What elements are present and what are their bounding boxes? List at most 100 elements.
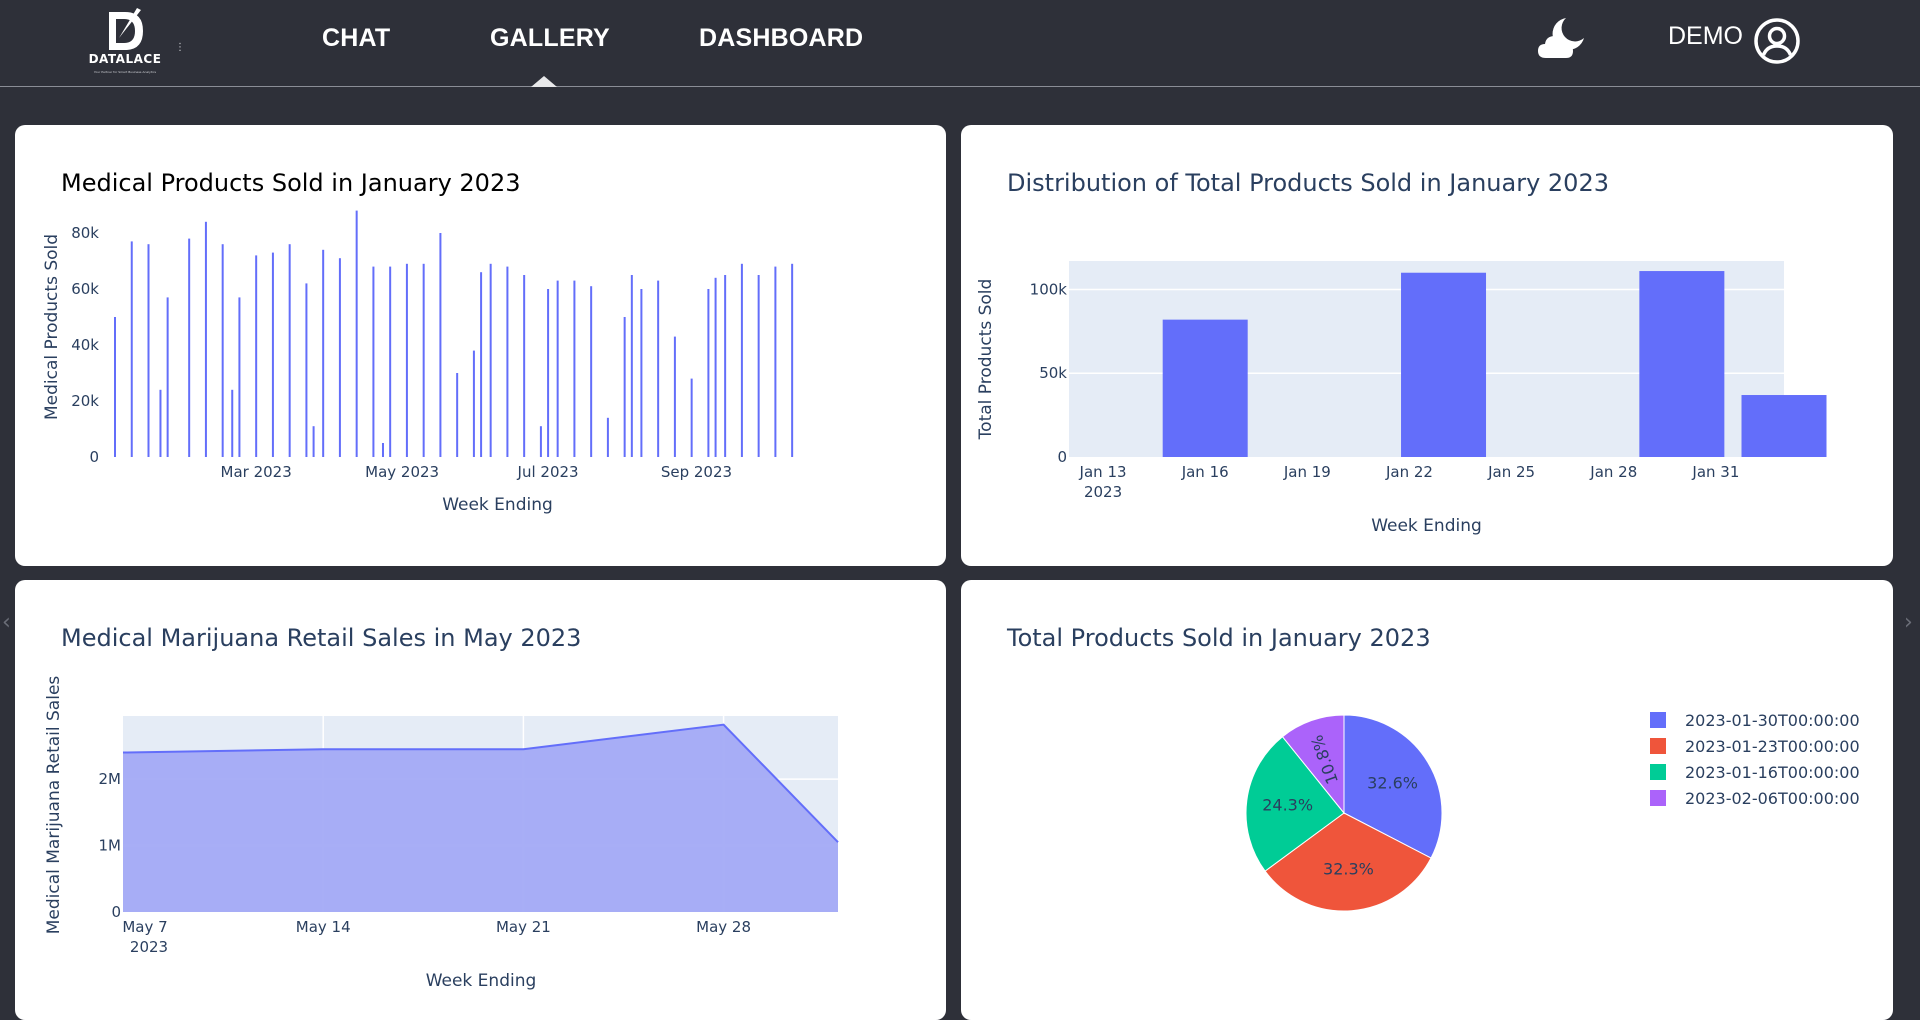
x-tick-year: 2023 xyxy=(1084,483,1122,501)
y-tick-label: 80k xyxy=(71,224,99,242)
bar xyxy=(422,263,425,457)
bar xyxy=(724,275,727,457)
bar xyxy=(231,389,234,457)
x-tick-label: Jul 2023 xyxy=(517,463,579,481)
y-axis-label: Total Products Sold xyxy=(976,279,996,441)
bar-chart-distribution: 0 50k 100k Jan 13 Jan 16 Jan 19 Jan 22 Jan 25 Ja… xyxy=(976,261,1827,536)
bar xyxy=(539,426,542,457)
bar xyxy=(657,280,660,457)
datalace-logo[interactable]: DATALACE Your Partner for Smart Business… xyxy=(85,8,165,76)
prev-arrow-icon[interactable]: ‹ xyxy=(2,610,11,635)
next-arrow-icon[interactable]: › xyxy=(1904,610,1913,635)
bar xyxy=(623,317,626,457)
x-tick-label: Jan 13 xyxy=(1079,463,1127,481)
bar xyxy=(556,280,559,457)
chart-card-medical-products: Medical Products Sold in January 2023 02… xyxy=(15,125,946,566)
nav-gallery[interactable]: GALLERY xyxy=(490,24,610,53)
area-chart-retail-sales: 0 1M 2M May 7 May 14 May 21 May 28 2023 Week End… xyxy=(44,676,839,991)
logo-separator: ⋮ xyxy=(175,42,185,53)
x-tick-label: May 7 xyxy=(122,918,167,936)
x-tick-label: Jan 28 xyxy=(1589,463,1637,481)
bar xyxy=(147,244,150,457)
bar xyxy=(673,336,676,457)
bar xyxy=(188,238,191,457)
y-tick-label: 0 xyxy=(89,448,99,466)
legend-swatch xyxy=(1650,790,1666,806)
bar xyxy=(204,221,207,457)
bar xyxy=(1162,319,1248,457)
bar xyxy=(640,289,643,457)
x-axis-label: Week Ending xyxy=(426,971,537,991)
logo-name: DATALACE xyxy=(88,52,162,66)
legend-label: 2023-02-06T00:00:00 xyxy=(1685,789,1860,808)
bar xyxy=(312,426,315,457)
chart-card-retail-sales: Medical Marijuana Retail Sales in May 20… xyxy=(15,580,946,1020)
legend-swatch xyxy=(1650,712,1666,728)
bar xyxy=(1741,395,1827,457)
y-tick-label: 2M xyxy=(99,770,122,788)
bar xyxy=(372,266,375,457)
bar xyxy=(389,266,392,457)
bar xyxy=(573,280,576,457)
legend-swatch xyxy=(1650,764,1666,780)
y-axis-label: Medical Products Sold xyxy=(42,234,62,420)
legend-label: 2023-01-23T00:00:00 xyxy=(1685,737,1860,756)
logo-tagline: Your Partner for Smart Business Analytic… xyxy=(93,70,157,74)
user-name[interactable]: DEMO xyxy=(1668,22,1743,51)
x-tick-label: Jan 22 xyxy=(1385,463,1433,481)
bar xyxy=(489,263,492,457)
logo-d-icon xyxy=(109,8,143,50)
x-tick-label: Mar 2023 xyxy=(221,463,292,481)
pie-slice-label: 24.3% xyxy=(1262,796,1313,815)
bar xyxy=(472,350,475,457)
bar xyxy=(439,233,442,457)
x-tick-label: Jan 16 xyxy=(1181,463,1229,481)
bar xyxy=(630,275,633,457)
pie-slice-label: 32.6% xyxy=(1367,773,1418,792)
moon-cloud-icon[interactable] xyxy=(1536,14,1588,62)
bar-chart-medical-products: 0 20k 40k 60k 80k Mar 2023 May 2023 Jul 2023 Sep… xyxy=(42,210,794,515)
bar xyxy=(114,317,116,457)
chart-card-pie: Total Products Sold in January 2023 32.6… xyxy=(961,580,1893,1020)
x-tick-label: May 2023 xyxy=(365,463,439,481)
bar xyxy=(757,275,760,457)
bar xyxy=(523,275,526,457)
legend-label: 2023-01-30T00:00:00 xyxy=(1685,711,1860,730)
x-tick-label: May 28 xyxy=(696,918,751,936)
x-tick-label: May 14 xyxy=(296,918,351,936)
bar xyxy=(221,244,224,457)
y-tick-label: 20k xyxy=(71,392,99,410)
y-tick-label: 1M xyxy=(99,837,122,855)
bar xyxy=(338,258,341,457)
legend-label: 2023-01-16T00:00:00 xyxy=(1685,763,1860,782)
bar xyxy=(1639,271,1725,457)
bar xyxy=(707,289,710,457)
x-tick-year: 2023 xyxy=(130,938,168,956)
x-tick-label: May 21 xyxy=(496,918,551,936)
x-axis-label: Week Ending xyxy=(1371,516,1482,536)
active-tab-indicator xyxy=(531,76,557,87)
bar xyxy=(606,417,609,457)
bar xyxy=(288,244,291,457)
nav-dashboard[interactable]: DASHBOARD xyxy=(699,24,863,53)
bar xyxy=(774,266,777,457)
user-circle-icon[interactable] xyxy=(1753,17,1801,65)
nav-chat[interactable]: CHAT xyxy=(322,24,390,53)
bar xyxy=(740,263,743,457)
bar xyxy=(506,266,509,457)
bar xyxy=(381,443,384,457)
x-tick-label: Sep 2023 xyxy=(661,463,732,481)
bar xyxy=(590,286,593,457)
x-tick-label: Jan 19 xyxy=(1283,463,1331,481)
bar xyxy=(305,283,308,457)
x-tick-label: Jan 25 xyxy=(1487,463,1535,481)
y-tick-label: 60k xyxy=(71,280,99,298)
bar xyxy=(355,210,358,457)
bar xyxy=(714,277,717,457)
top-navbar: DATALACE Your Partner for Smart Business… xyxy=(0,0,1920,87)
bar xyxy=(791,263,794,457)
x-axis-label: Week Ending xyxy=(442,495,553,515)
bar xyxy=(271,252,274,457)
bar xyxy=(547,289,550,457)
bar xyxy=(166,297,169,457)
